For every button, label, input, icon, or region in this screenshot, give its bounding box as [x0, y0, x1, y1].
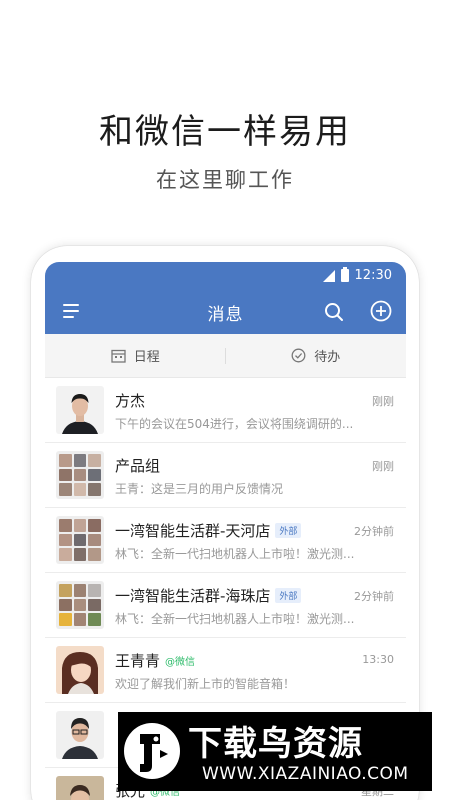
message-time: 刚刚 — [372, 395, 394, 408]
tab-schedule[interactable]: 日程 — [45, 346, 226, 365]
message-preview: 下午的会议在504进行，会议将围绕调研的... — [115, 417, 354, 431]
avatar — [56, 386, 104, 434]
bird-logo-icon — [124, 723, 180, 779]
message-item-fangjie[interactable]: 方杰 刚刚 下午的会议在504进行，会议将围绕调研的... — [45, 378, 406, 443]
message-time: 2分钟前 — [354, 525, 394, 538]
search-icon[interactable] — [324, 302, 344, 322]
group-name: 一湾智能生活群-海珠店 — [115, 587, 271, 605]
group-avatar — [56, 451, 104, 499]
message-item-product-group[interactable]: 产品组 刚刚 王青：这是三月的用户反馈情况 — [45, 443, 406, 508]
add-icon[interactable] — [370, 300, 392, 322]
tab-divider — [225, 348, 226, 364]
external-badge: 外部 — [275, 588, 302, 603]
status-time: 12:30 — [354, 268, 392, 283]
message-item-tianhe-group[interactable]: 一湾智能生活群-天河店 外部 2分钟前 林飞：全新一代扫地机器人上市啦！激光测.… — [45, 508, 406, 573]
message-preview: 林飞：全新一代扫地机器人上市啦！激光测... — [115, 612, 355, 626]
external-badge: 外部 — [275, 523, 302, 538]
avatar — [56, 646, 104, 694]
group-name: 一湾智能生活群-天河店 — [115, 522, 271, 540]
watermark-banner: 下载鸟资源 WWW.XIAZAINIAO.COM — [118, 712, 432, 791]
signal-icon — [322, 269, 335, 282]
group-avatar — [56, 516, 104, 564]
calendar-icon — [111, 349, 126, 363]
group-name: 产品组 — [115, 457, 161, 475]
hero-subtitle: 在这里聊工作 — [156, 168, 294, 192]
status-bar: 12:30 — [322, 267, 392, 283]
tab-schedule-label: 日程 — [133, 350, 160, 365]
wechat-badge: @微信 — [165, 657, 196, 668]
watermark-title: 下载鸟资源 — [188, 724, 363, 764]
contact-name: 王青青 — [115, 652, 161, 670]
page-title: 消息 — [207, 304, 244, 325]
message-preview: 王青：这是三月的用户反馈情况 — [115, 482, 284, 496]
avatar — [56, 776, 104, 800]
message-time: 13:30 — [362, 653, 394, 666]
tab-todo-label: 待办 — [314, 350, 341, 365]
menu-icon[interactable] — [63, 304, 79, 318]
tab-todo[interactable]: 待办 — [226, 346, 407, 365]
message-time: 刚刚 — [372, 460, 394, 473]
quick-tabs: 日程 待办 — [45, 334, 406, 378]
hero-title: 和微信一样易用 — [99, 112, 351, 152]
message-time: 2分钟前 — [354, 590, 394, 603]
battery-icon — [340, 267, 349, 282]
message-preview: 林飞：全新一代扫地机器人上市啦！激光测... — [115, 547, 355, 561]
check-circle-icon — [291, 348, 306, 363]
contact-name: 方杰 — [115, 392, 146, 410]
avatar — [56, 711, 104, 759]
group-avatar — [56, 581, 104, 629]
app-bar: 12:30 消息 — [45, 262, 406, 334]
message-item-haizhu-group[interactable]: 一湾智能生活群-海珠店 外部 2分钟前 林飞：全新一代扫地机器人上市啦！激光测.… — [45, 573, 406, 638]
message-item-wangqingqing[interactable]: 王青青 @微信 13:30 欢迎了解我们新上市的智能音箱！ — [45, 638, 406, 703]
watermark-url: WWW.XIAZAINIAO.COM — [202, 764, 409, 784]
message-preview: 欢迎了解我们新上市的智能音箱！ — [115, 677, 296, 691]
nav-bar: 消息 — [45, 296, 406, 328]
